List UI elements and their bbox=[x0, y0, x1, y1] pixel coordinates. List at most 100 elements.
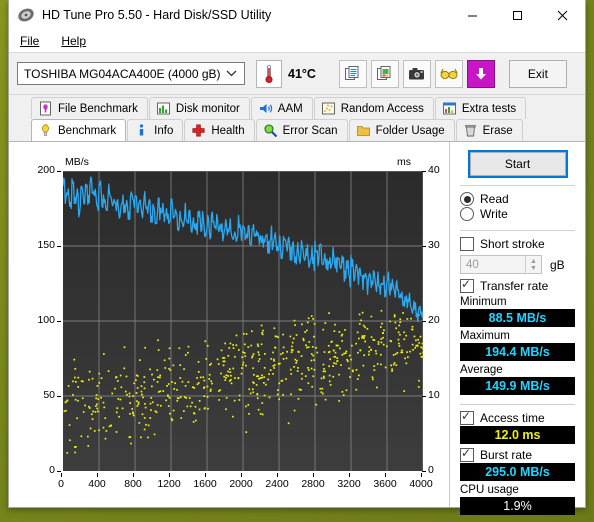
y-axis-right-tick-mark bbox=[422, 171, 426, 172]
stepper-arrows-icon[interactable]: ▲ ▼ bbox=[525, 256, 541, 273]
x-axis-tick-mark bbox=[205, 473, 206, 477]
checkbox-burst-rate-label: Burst rate bbox=[480, 448, 533, 462]
divider-3 bbox=[460, 404, 575, 405]
benchmark-panel: MB/s ms gB 05010015020001020304004008001… bbox=[9, 141, 585, 515]
y-axis-left-tick: 50 bbox=[43, 389, 55, 401]
checkbox-burst-rate-indicator bbox=[460, 446, 474, 462]
divider-2 bbox=[460, 230, 575, 231]
x-axis-tick: 400 bbox=[88, 478, 106, 490]
radio-write-indicator bbox=[460, 207, 474, 221]
copy-image-button[interactable] bbox=[370, 59, 399, 88]
checkbox-short-stroke-indicator bbox=[460, 237, 474, 251]
tab-aam[interactable]: AAM bbox=[250, 97, 313, 119]
y-axis-left-tick: 150 bbox=[37, 239, 55, 251]
minimize-button[interactable] bbox=[450, 0, 495, 30]
tab-info[interactable]: Info bbox=[127, 119, 184, 141]
x-axis-tick-mark bbox=[385, 473, 386, 477]
average-value: 149.9 MB/s bbox=[460, 377, 575, 395]
short-stroke-value: 40 bbox=[466, 258, 479, 271]
tab-random-access[interactable]: Random Access bbox=[313, 97, 434, 119]
download-arrow-icon bbox=[475, 67, 486, 79]
checkbox-short-stroke-label: Short stroke bbox=[480, 237, 545, 251]
tab-error-scan[interactable]: Error Scan bbox=[255, 119, 348, 141]
trash-icon bbox=[464, 124, 476, 137]
radio-read[interactable]: Read bbox=[460, 192, 575, 206]
plot-area bbox=[61, 171, 423, 473]
stepper-down-icon[interactable]: ▼ bbox=[530, 265, 537, 272]
screenshot-button[interactable] bbox=[402, 59, 431, 88]
x-axis-tick-mark bbox=[421, 473, 422, 477]
tab-file-benchmark[interactable]: File Benchmark bbox=[31, 97, 148, 119]
tab-bar: File Benchmark Disk monitor AAM Random A… bbox=[9, 95, 585, 141]
menu-bar: File Help bbox=[9, 30, 585, 53]
exit-button[interactable]: Exit bbox=[508, 59, 567, 88]
tab-benchmark-label: Benchmark bbox=[58, 124, 117, 137]
magnifier-icon bbox=[264, 124, 277, 138]
tab-aam-label: AAM bbox=[277, 102, 303, 115]
tab-info-label: Info bbox=[154, 124, 174, 137]
temperature-display: 41°C bbox=[256, 59, 316, 88]
toolbar: TOSHIBA MG04ACA400E (4000 gB) 41°C Exit bbox=[9, 53, 585, 95]
start-button-label: Start bbox=[504, 157, 531, 171]
tab-benchmark[interactable]: Benchmark bbox=[31, 119, 127, 141]
checkbox-burst-rate[interactable]: Burst rate bbox=[460, 446, 575, 462]
x-axis-tick-mark bbox=[169, 473, 170, 477]
y-axis-left-tick-mark bbox=[57, 471, 61, 472]
y-axis-right-tick-mark bbox=[422, 321, 426, 322]
file-benchmark-icon bbox=[40, 101, 51, 116]
y-axis-left-tick: 200 bbox=[37, 164, 55, 176]
x-axis-tick: 1600 bbox=[193, 478, 217, 490]
short-stroke-size-row: 40 ▲ ▼ gB bbox=[460, 255, 575, 274]
benchmark-chart: MB/s ms gB 05010015020001020304004008001… bbox=[9, 142, 449, 507]
maximize-button[interactable] bbox=[495, 0, 540, 30]
copy-text-button[interactable] bbox=[338, 59, 367, 88]
glasses-button[interactable] bbox=[434, 59, 463, 88]
tab-disk-monitor[interactable]: Disk monitor bbox=[148, 97, 250, 119]
tab-disk-monitor-label: Disk monitor bbox=[175, 102, 240, 115]
temperature-value: 41°C bbox=[288, 66, 316, 81]
tab-random-access-label: Random Access bbox=[340, 102, 424, 115]
cpu-usage-label: CPU usage bbox=[460, 484, 519, 496]
hard-disk-icon bbox=[18, 8, 34, 22]
checkbox-transfer-rate-indicator bbox=[460, 277, 474, 293]
short-stroke-stepper[interactable]: 40 ▲ ▼ bbox=[460, 255, 542, 274]
menu-item-help[interactable]: Help bbox=[59, 33, 88, 49]
y-axis-left-tick-mark bbox=[57, 396, 61, 397]
tab-erase[interactable]: Erase bbox=[455, 119, 523, 141]
drive-select-value: TOSHIBA MG04ACA400E (4000 gB) bbox=[24, 66, 221, 81]
hd-tune-window: HD Tune Pro 5.50 - Hard Disk/SSD Utility… bbox=[8, 0, 586, 515]
menu-item-file[interactable]: File bbox=[18, 33, 41, 49]
speaker-icon bbox=[259, 104, 272, 113]
y-axis-right-tick-mark bbox=[422, 471, 426, 472]
title-bar: HD Tune Pro 5.50 - Hard Disk/SSD Utility bbox=[9, 0, 585, 30]
drive-select[interactable]: TOSHIBA MG04ACA400E (4000 gB) bbox=[17, 62, 245, 85]
tab-row-top: File Benchmark Disk monitor AAM Random A… bbox=[9, 97, 585, 119]
tab-health[interactable]: Health bbox=[184, 119, 255, 141]
save-button[interactable] bbox=[466, 59, 495, 88]
tab-file-benchmark-label: File Benchmark bbox=[58, 102, 138, 115]
start-button[interactable]: Start bbox=[467, 150, 568, 178]
radio-read-indicator bbox=[460, 192, 474, 206]
tab-extra-tests-label: Extra tests bbox=[461, 102, 517, 115]
y-axis-left-tick-mark bbox=[57, 321, 61, 322]
scatter-icon bbox=[321, 102, 335, 115]
lightbulb-icon bbox=[42, 124, 49, 136]
short-stroke-unit: gB bbox=[550, 257, 565, 272]
stepper-up-icon[interactable]: ▲ bbox=[530, 258, 537, 265]
close-button[interactable] bbox=[540, 0, 585, 30]
tab-folder-usage[interactable]: Folder Usage bbox=[348, 119, 455, 141]
checkbox-transfer-rate[interactable]: Transfer rate bbox=[460, 277, 575, 293]
tab-extra-tests[interactable]: Extra tests bbox=[434, 97, 527, 119]
bar-chart-icon bbox=[156, 102, 170, 115]
radio-write[interactable]: Write bbox=[460, 207, 575, 221]
y-axis-right-tick-mark bbox=[422, 396, 426, 397]
plot-svg bbox=[63, 171, 423, 471]
radio-read-label: Read bbox=[480, 192, 509, 206]
thermometer-icon bbox=[256, 59, 282, 88]
x-axis-tick: 2800 bbox=[301, 478, 325, 490]
y-axis-right-tick-mark bbox=[422, 246, 426, 247]
checkbox-transfer-rate-label: Transfer rate bbox=[480, 279, 549, 293]
x-axis-tick: 1200 bbox=[157, 478, 181, 490]
checkbox-short-stroke[interactable]: Short stroke bbox=[460, 237, 575, 251]
checkbox-access-time[interactable]: Access time bbox=[460, 409, 575, 425]
